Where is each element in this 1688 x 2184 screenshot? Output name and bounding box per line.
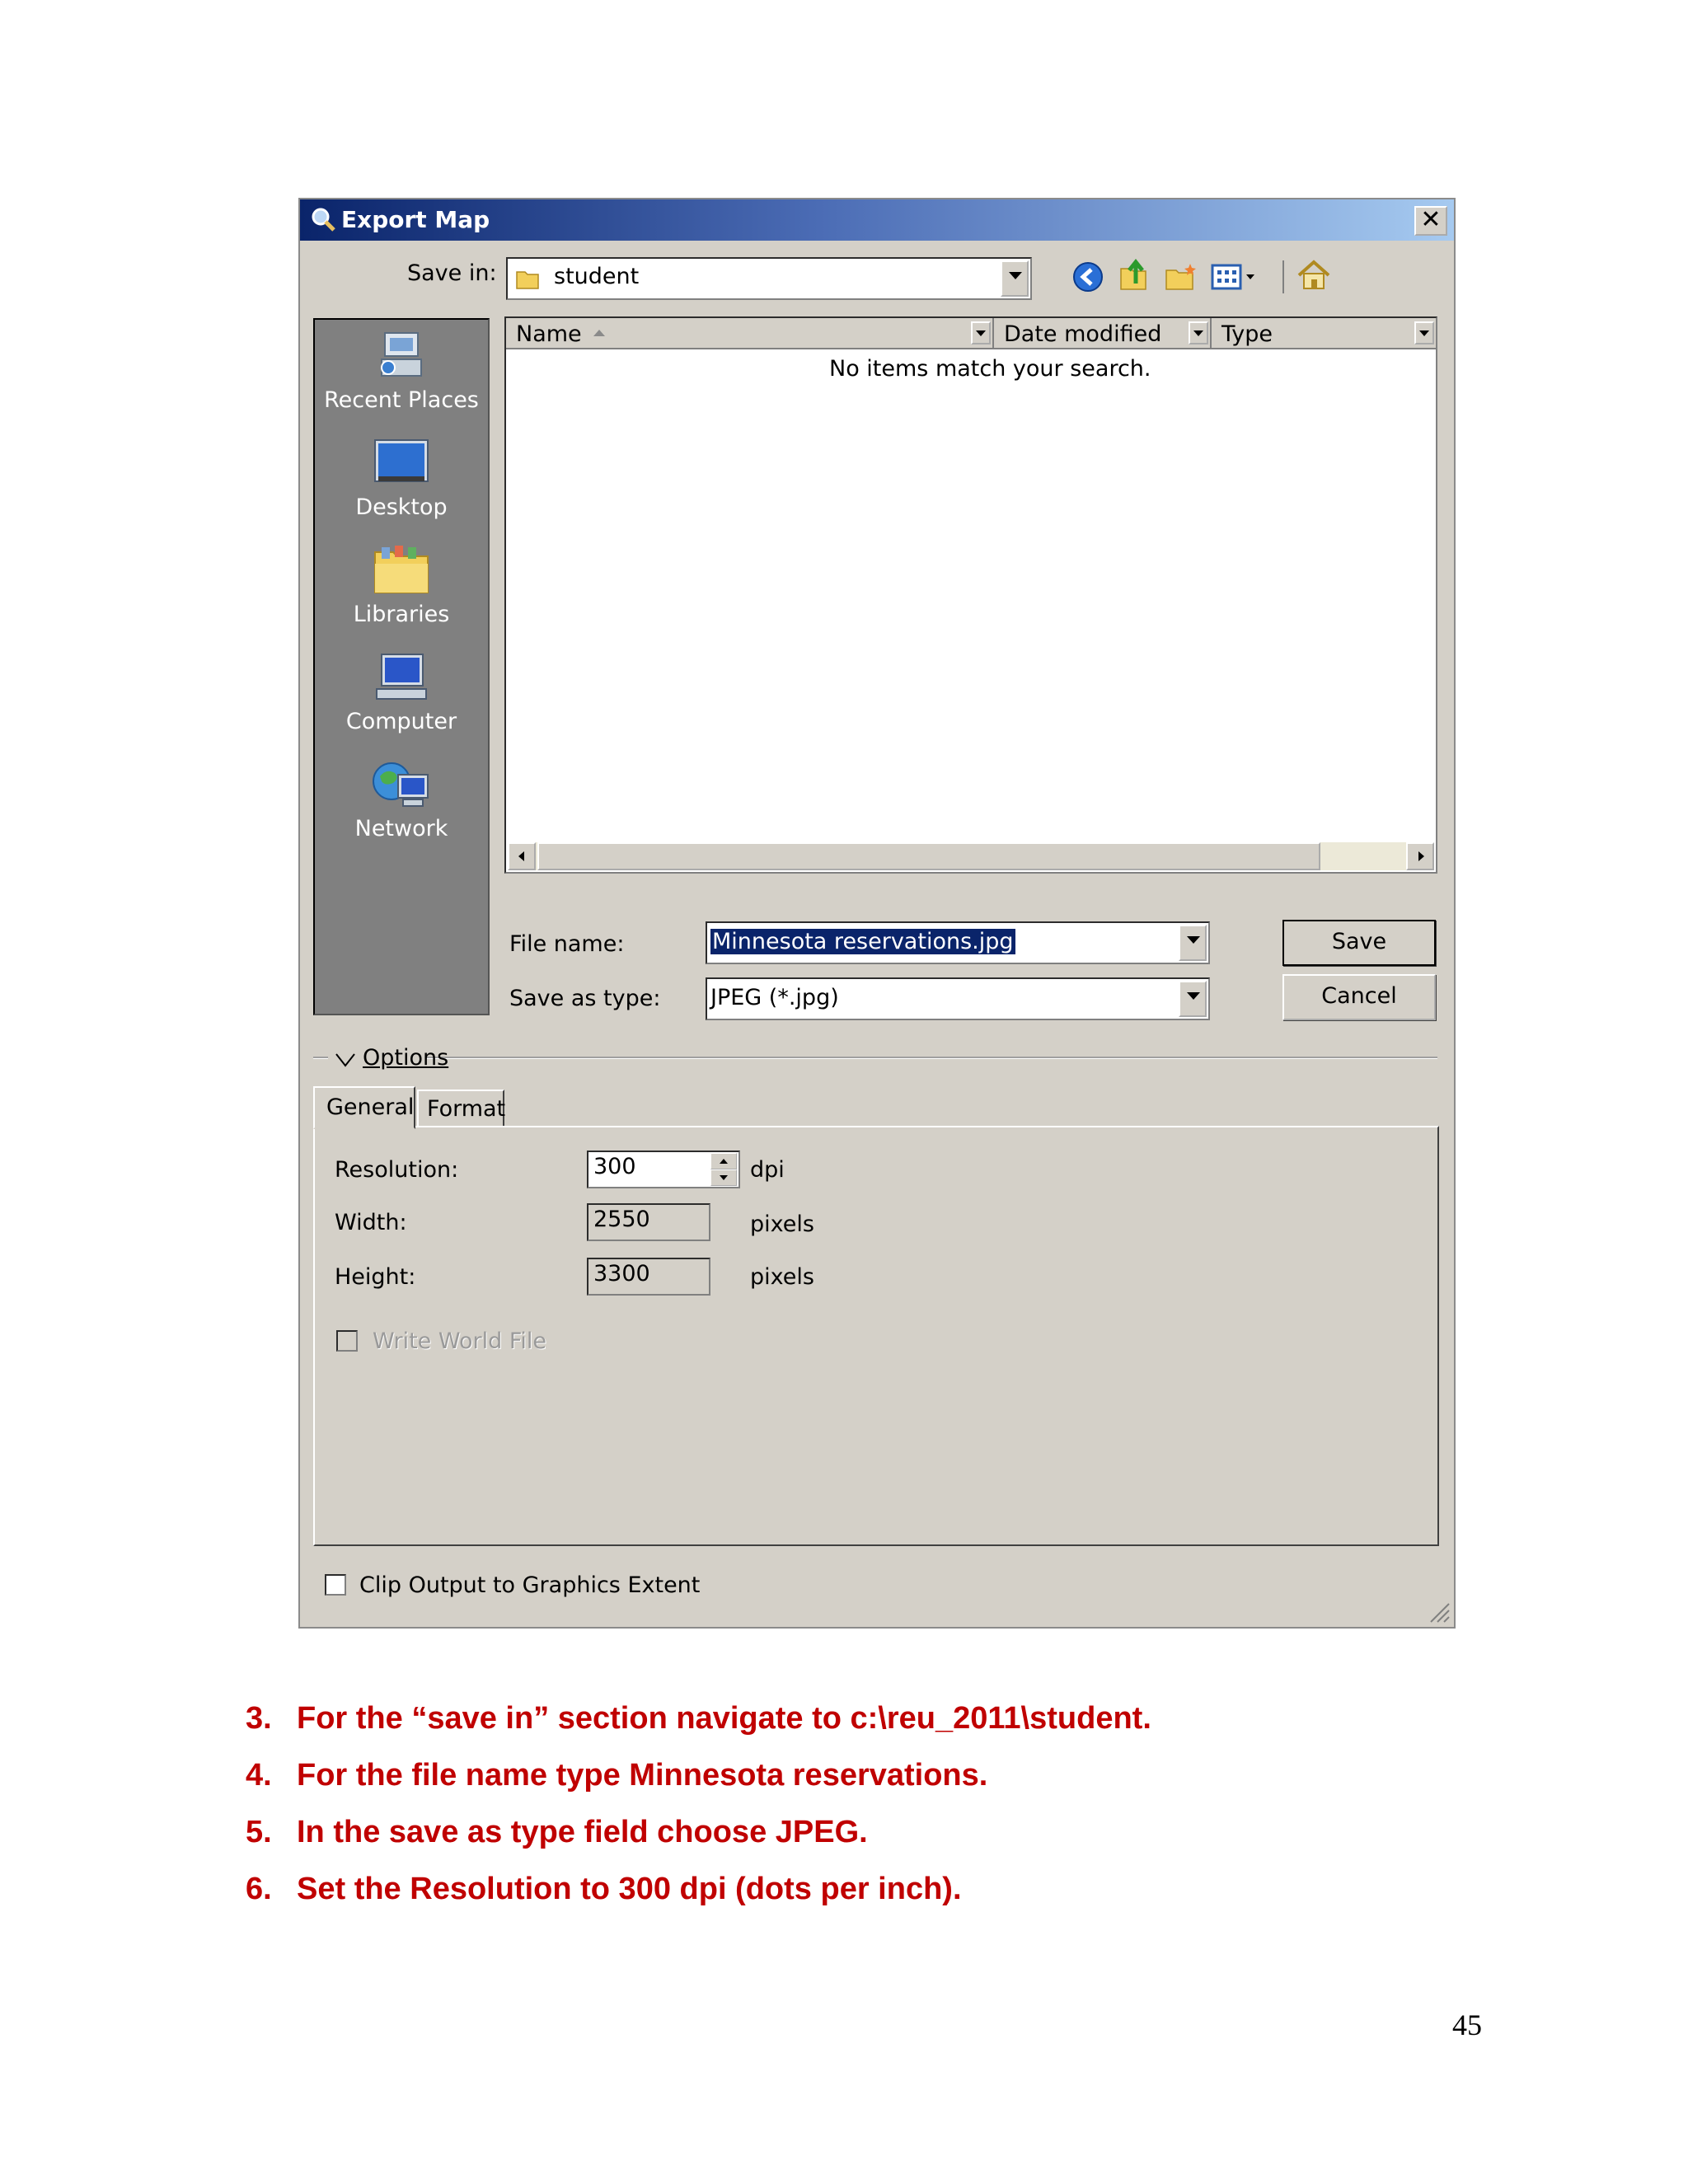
desktop-icon — [374, 439, 429, 482]
back-icon[interactable] — [1071, 260, 1104, 293]
place-label: Computer — [345, 709, 457, 734]
instruction-item: 4. For the file name type Minnesota reser… — [246, 1758, 988, 1793]
place-label: Libraries — [353, 602, 450, 627]
save-in-combobox[interactable]: student — [506, 257, 1032, 300]
magnifier-icon — [312, 208, 335, 232]
file-name-value[interactable]: Minnesota reservations.jpg — [710, 929, 1015, 954]
chevron-down-icon[interactable] — [1179, 981, 1207, 1017]
empty-message: No items match your search. — [829, 356, 1151, 382]
home-icon[interactable] — [1296, 257, 1332, 293]
resize-grip-icon[interactable] — [1426, 1599, 1451, 1624]
network-icon — [373, 762, 429, 807]
save-in-label: Save in: — [407, 260, 497, 286]
chevron-down-icon[interactable] — [1414, 321, 1434, 344]
spin-up-button[interactable] — [710, 1153, 737, 1169]
horizontal-scrollbar[interactable] — [508, 842, 1434, 870]
column-header-date-modified[interactable]: Date modified — [994, 318, 1212, 349]
height-unit: pixels — [750, 1264, 814, 1290]
export-map-dialog: Export Map ✕ Save in: student Recent Pla… — [298, 198, 1456, 1629]
computer-icon — [376, 654, 427, 700]
place-computer[interactable]: Computer — [315, 651, 488, 734]
width-label: Width: — [335, 1210, 407, 1235]
options-toggle[interactable]: Options — [328, 1042, 448, 1075]
write-world-file-label: Write World File — [373, 1329, 547, 1354]
resolution-label: Resolution: — [335, 1157, 459, 1183]
place-desktop[interactable]: Desktop — [315, 437, 488, 520]
recent-places-icon — [381, 332, 422, 377]
height-label: Height: — [335, 1264, 416, 1290]
spin-buttons[interactable] — [710, 1153, 737, 1186]
place-label: Network — [354, 816, 448, 841]
save-as-type-label: Save as type: — [509, 986, 661, 1011]
file-name-combobox[interactable]: Minnesota reservations.jpg — [706, 921, 1210, 964]
clip-output-checkbox[interactable] — [325, 1574, 346, 1596]
chevron-down-icon[interactable] — [1179, 925, 1207, 961]
instruction-item: 6. Set the Resolution to 300 dpi (dots pe… — [246, 1872, 962, 1906]
places-bar: Recent Places Desktop Libraries Computer… — [313, 318, 490, 1015]
dialog-title: Export Map — [341, 206, 490, 233]
width-field: 2550 — [587, 1203, 710, 1241]
column-header-name[interactable]: Name — [506, 318, 994, 349]
title-bar[interactable]: Export Map ✕ — [300, 199, 1454, 241]
instruction-list: 3. For the “save in” section navigate to … — [246, 1701, 1151, 1929]
place-recent-places[interactable]: Recent Places — [315, 330, 488, 413]
close-icon: ✕ — [1420, 205, 1442, 234]
save-as-type-value: JPEG (*.jpg) — [710, 985, 839, 1010]
place-label: Desktop — [355, 494, 448, 520]
file-name-label: File name: — [509, 931, 625, 957]
instruction-item: 3. For the “save in” section navigate to … — [246, 1701, 1151, 1736]
place-network[interactable]: Network — [315, 758, 488, 841]
save-as-type-combobox[interactable]: JPEG (*.jpg) — [706, 977, 1210, 1020]
scroll-left-button[interactable] — [508, 842, 536, 870]
height-value: 3300 — [593, 1261, 650, 1286]
width-unit: pixels — [750, 1212, 814, 1237]
scroll-right-button[interactable] — [1406, 842, 1434, 870]
chevron-down-icon[interactable] — [1189, 321, 1208, 344]
file-list[interactable]: Name Date modified Type No items match y… — [504, 316, 1437, 874]
column-header-type[interactable]: Type — [1212, 318, 1436, 349]
view-menu-icon[interactable] — [1210, 260, 1259, 293]
options-label: Options — [363, 1045, 449, 1071]
write-world-file-checkbox[interactable] — [336, 1330, 358, 1352]
tab-general[interactable]: General — [313, 1086, 415, 1129]
up-folder-icon[interactable] — [1118, 257, 1151, 293]
sort-ascending-icon — [593, 330, 605, 336]
arrow-down-icon — [720, 1175, 728, 1180]
chevron-expand-icon — [335, 1053, 355, 1067]
new-folder-icon[interactable] — [1164, 260, 1198, 293]
height-field: 3300 — [587, 1258, 710, 1296]
libraries-icon — [374, 546, 429, 593]
place-label: Recent Places — [324, 387, 479, 413]
folder-icon — [516, 271, 539, 289]
arrow-right-icon — [1418, 851, 1424, 861]
clip-output-label: Clip Output to Graphics Extent — [359, 1572, 701, 1598]
arrow-up-icon — [720, 1159, 728, 1164]
page-number: 45 — [1452, 2008, 1482, 2041]
chevron-down-icon[interactable] — [971, 321, 991, 344]
scroll-thumb[interactable] — [537, 842, 1320, 870]
toolbar-separator — [1282, 260, 1284, 293]
place-libraries[interactable]: Libraries — [315, 544, 488, 627]
instruction-item: 5. In the save as type field choose JPEG. — [246, 1815, 868, 1849]
resolution-unit: dpi — [750, 1157, 785, 1183]
options-divider — [313, 1057, 1437, 1059]
tab-format[interactable]: Format — [417, 1090, 505, 1127]
arrow-left-icon — [518, 851, 524, 861]
chevron-down-icon[interactable] — [1001, 260, 1029, 297]
close-button[interactable]: ✕ — [1414, 206, 1447, 236]
save-in-value: student — [554, 264, 640, 289]
resolution-spinner[interactable]: 300 — [587, 1151, 740, 1188]
resolution-value: 300 — [593, 1154, 636, 1179]
save-button[interactable]: Save — [1282, 920, 1436, 966]
spin-down-button[interactable] — [710, 1169, 737, 1186]
width-value: 2550 — [593, 1207, 650, 1232]
cancel-button[interactable]: Cancel — [1282, 974, 1436, 1020]
